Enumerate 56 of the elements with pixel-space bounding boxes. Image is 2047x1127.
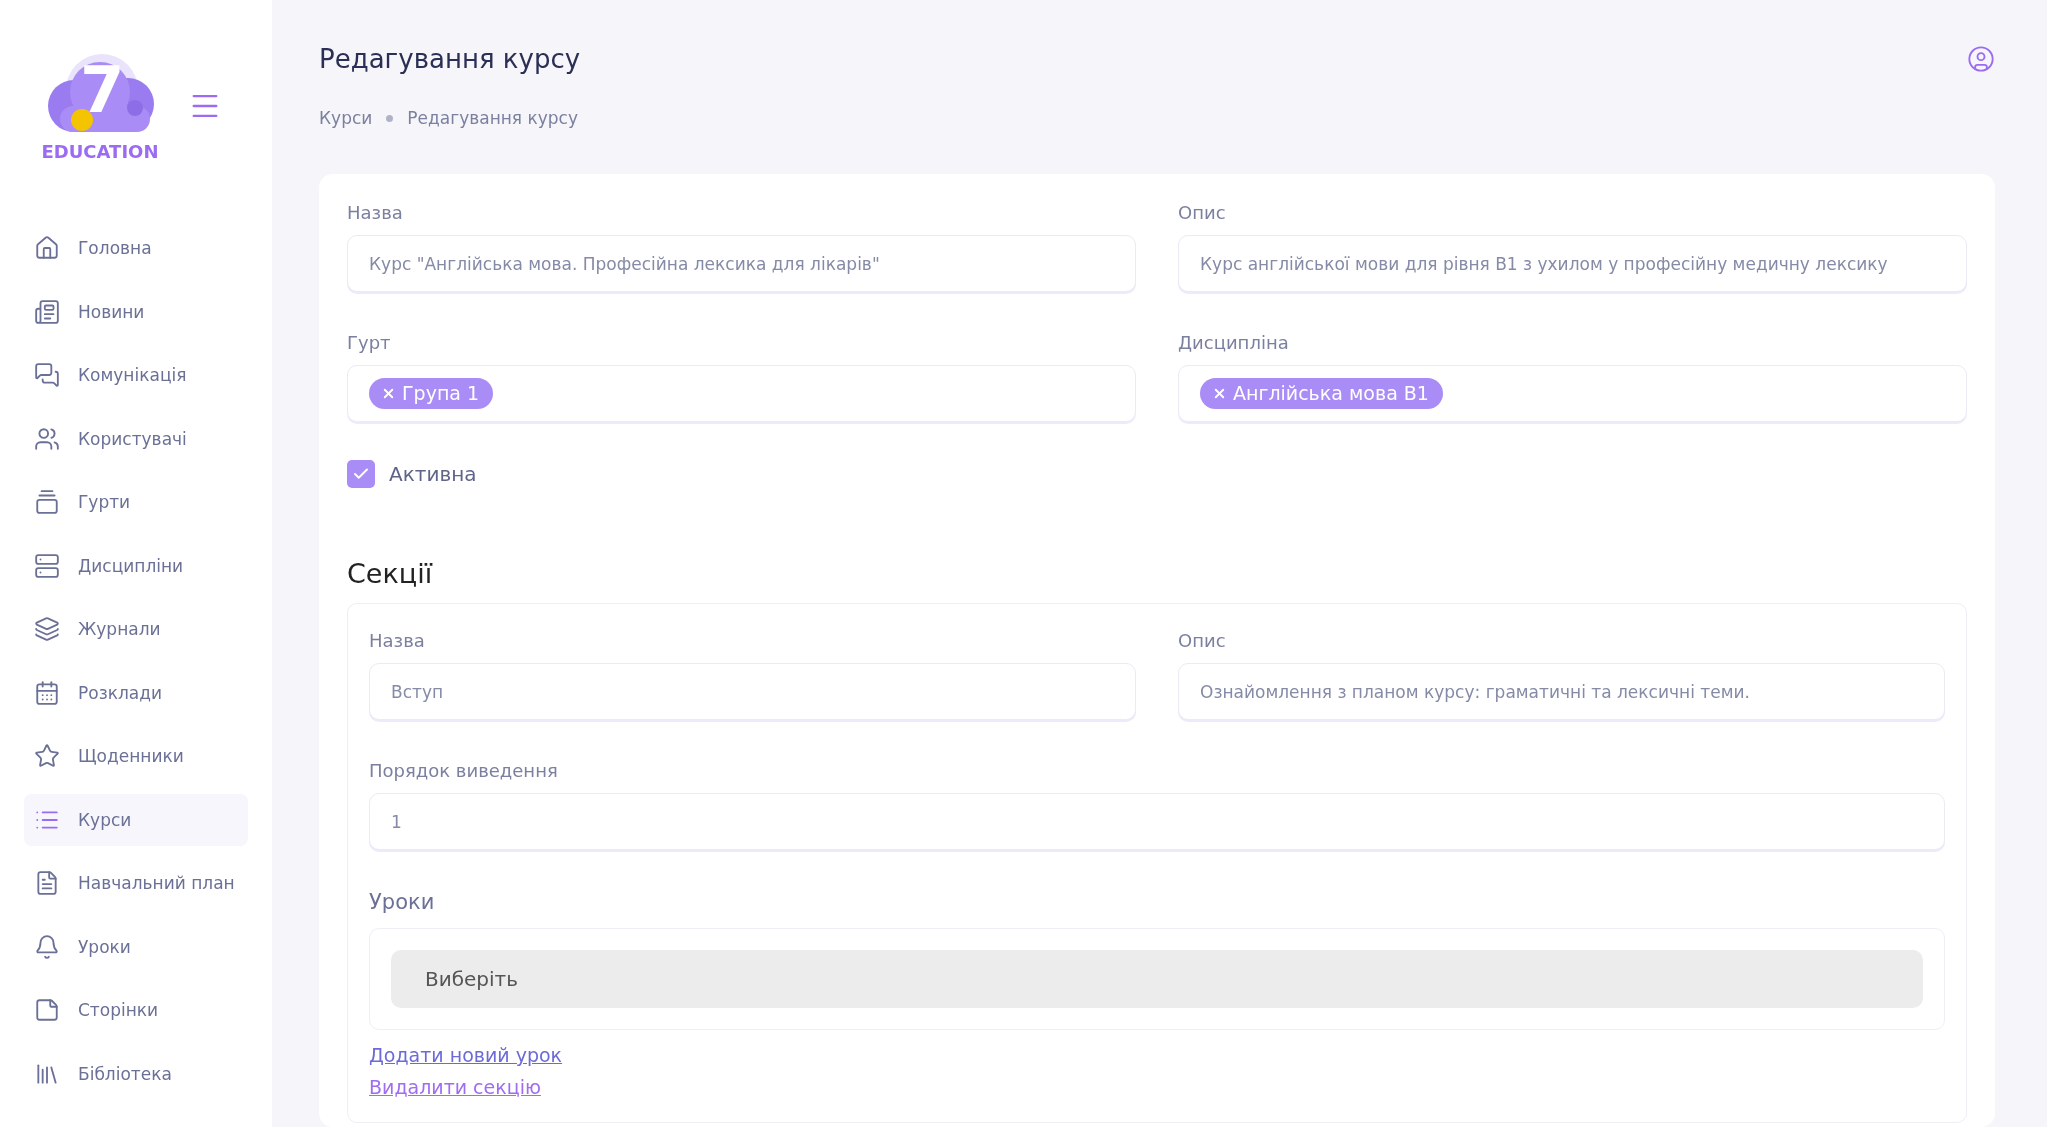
sidebar-item[interactable]: Курси bbox=[24, 793, 248, 846]
tag-field[interactable]: Англійська мова В1 bbox=[1178, 365, 1967, 422]
sidebar-item[interactable]: Журнали bbox=[24, 603, 248, 655]
text-field[interactable]: Вступ bbox=[369, 663, 1136, 720]
sidebar-item[interactable]: Дисципліни bbox=[24, 539, 248, 592]
tag-field[interactable]: Група 1 bbox=[347, 365, 1136, 422]
note-icon bbox=[34, 997, 60, 1023]
breadcrumb-item: Редагування курсу bbox=[407, 108, 579, 128]
link[interactable]: Видалити секцію bbox=[369, 1076, 541, 1098]
sidebar-item[interactable]: Комунікація bbox=[24, 349, 248, 401]
sidebar-item[interactable]: Уроки bbox=[24, 920, 248, 973]
text-field[interactable]: 1 bbox=[369, 793, 1945, 850]
tag-chip[interactable]: Група 1 bbox=[369, 378, 494, 409]
sidebar-item[interactable]: Бібліотека bbox=[24, 1047, 248, 1100]
field-label: Назва bbox=[369, 630, 426, 651]
sidebar-item[interactable]: Головна bbox=[24, 222, 248, 274]
text-field[interactable]: Ознайомлення з планом курсу: граматичні та лексичні теми. bbox=[1178, 663, 1945, 720]
logo-mark: 7 bbox=[80, 58, 125, 122]
checkbox-label: Активна bbox=[389, 462, 477, 486]
sidebar-item[interactable]: Сторінки bbox=[24, 984, 248, 1036]
field-label: Порядок виведення bbox=[369, 760, 559, 781]
calendar-icon bbox=[34, 679, 60, 706]
field-label: Гурт bbox=[347, 332, 392, 353]
field-label: Уроки bbox=[369, 890, 435, 914]
sidebar-item[interactable]: Користувачі bbox=[24, 412, 248, 465]
profile-icon[interactable] bbox=[1967, 45, 1995, 73]
sidebar-item[interactable]: Навчальний план bbox=[24, 857, 248, 909]
field-label: Опис bbox=[1178, 630, 1227, 651]
sidebar-item[interactable]: Гурти bbox=[24, 476, 248, 528]
logo-wordmark: EDUCATION bbox=[40, 141, 160, 162]
users-icon bbox=[34, 425, 60, 452]
newspaper-icon bbox=[34, 298, 60, 325]
text-field[interactable]: Курс англійської мови для рівня В1 з ухилом у професійну медичну лексику bbox=[1178, 235, 1967, 292]
text-field[interactable]: Курс "Англійська мова. Професійна лексика для лікарів" bbox=[347, 235, 1136, 292]
breadcrumb-separator bbox=[386, 114, 394, 122]
bell-icon bbox=[34, 933, 60, 960]
sidebar-item[interactable]: Новини bbox=[24, 285, 248, 338]
sidebar-item[interactable]: Щоденники bbox=[24, 730, 248, 782]
field-label: Опис bbox=[1178, 202, 1227, 223]
stacked-cards-icon bbox=[34, 489, 60, 515]
breadcrumb-item[interactable]: Курси bbox=[319, 108, 373, 128]
document-icon bbox=[34, 870, 60, 896]
section-heading: Секції bbox=[347, 558, 434, 589]
link[interactable]: Додати новий урок bbox=[369, 1044, 563, 1066]
tag-chip[interactable]: Англійська мова В1 bbox=[1200, 378, 1443, 409]
checkbox[interactable] bbox=[347, 460, 375, 488]
home-icon bbox=[34, 235, 60, 261]
field-label: Дисципліна bbox=[1178, 332, 1290, 353]
sidebar-item[interactable]: Розклади bbox=[24, 666, 248, 719]
page-title: Редагування курсу bbox=[319, 44, 581, 74]
layers-icon bbox=[34, 616, 60, 642]
chat-icon bbox=[34, 362, 60, 388]
server-icon bbox=[34, 552, 60, 579]
star-icon bbox=[34, 743, 60, 769]
field-label: Назва bbox=[347, 202, 404, 223]
select-field[interactable]: Виберіть bbox=[391, 950, 1923, 1008]
